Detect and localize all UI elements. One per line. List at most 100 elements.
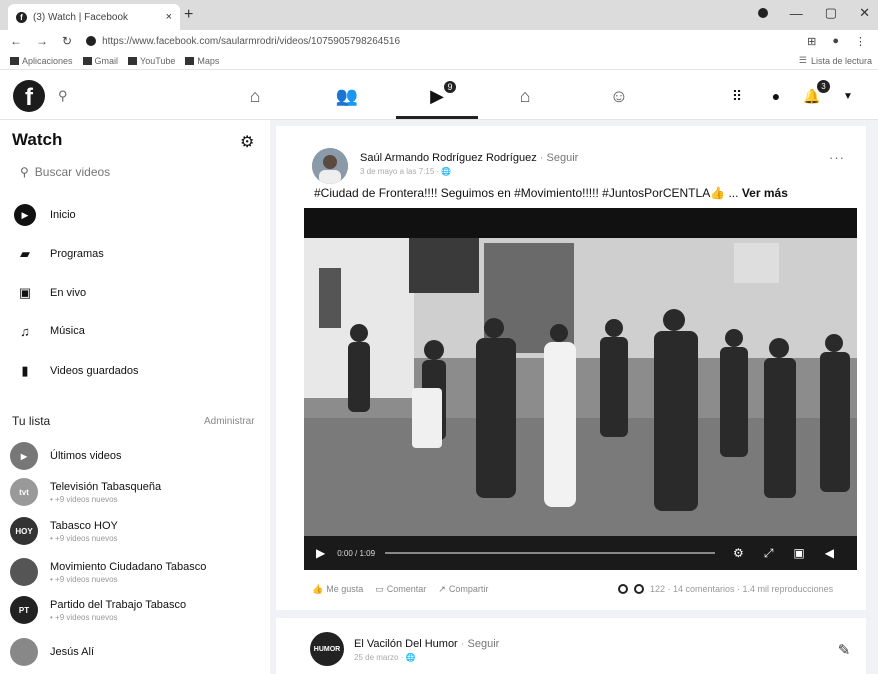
globe-icon: 🌐 <box>405 653 416 662</box>
browser-tab[interactable]: f (3) Watch | Facebook × <box>8 4 180 30</box>
follow-link[interactable]: Seguir <box>547 152 579 164</box>
post-author[interactable]: El Vacilón Del Humor <box>354 638 458 650</box>
reading-list-button[interactable]: ☰ Lista de lectura <box>799 55 872 66</box>
page-title: Watch <box>12 130 63 149</box>
avatar[interactable]: HUMOR <box>310 632 344 666</box>
globe-icon: 🌐 <box>441 167 452 176</box>
facebook-favicon-icon: f <box>16 11 27 23</box>
avatar: HOY <box>10 517 38 545</box>
avatar <box>10 558 38 586</box>
video-post: Saúl Armando Rodríguez Rodríguez · Segui… <box>276 126 866 610</box>
gear-icon[interactable]: ⚙ <box>240 132 254 152</box>
reload-icon[interactable]: ↻ <box>62 34 72 48</box>
profile-icon[interactable] <box>757 8 768 18</box>
site-info-icon[interactable] <box>86 36 97 46</box>
more-options-icon[interactable]: ··· <box>829 150 845 165</box>
channel-tabasco-hoy[interactable]: HOY Tabasco HOY • +9 videos nuevos <box>10 517 118 545</box>
url-text: https://www.facebook.com/saularmrodri/vi… <box>102 35 401 47</box>
channel-partido-del-trabajo[interactable]: PT Partido del Trabajo Tabasco • +9 video… <box>10 596 186 624</box>
bookmark-apps[interactable]: Aplicaciones <box>10 56 73 66</box>
follow-link[interactable]: Seguir <box>468 638 500 650</box>
pip-icon[interactable]: ▣ <box>793 546 804 561</box>
post-author-line: El Vacilón Del Humor · Seguir <box>354 638 499 650</box>
messenger-icon[interactable]: ● <box>766 86 786 106</box>
separator: · <box>460 638 468 650</box>
sidebar-item-programas[interactable]: ▰ Programas <box>14 243 104 265</box>
see-more-link[interactable]: Ver más <box>742 186 788 200</box>
manage-link[interactable]: Administrar <box>204 416 255 427</box>
bookmark-maps[interactable]: Maps <box>185 56 219 66</box>
video-player[interactable]: ▶ 0:00 / 1:09 ⚙ ⤢ ▣ ◀ <box>304 208 857 570</box>
video-controls: ▶ 0:00 / 1:09 ⚙ ⤢ ▣ ◀ <box>304 536 857 570</box>
share-button[interactable]: ↗ Compartir <box>438 584 488 595</box>
maximize-button[interactable]: ▢ <box>825 5 837 21</box>
post-timestamp[interactable]: 3 de mayo a las 7:15 · 🌐 <box>360 167 451 176</box>
music-icon: ♫ <box>20 323 30 339</box>
watch-sidebar: Watch ⚙ ⚲ ▶ Inicio ▰ Programas ▣ En vivo… <box>0 120 270 674</box>
search-icon: ⚲ <box>20 165 29 179</box>
post-text: #Ciudad de Frontera!!!! Seguimos en #Mov… <box>314 186 788 200</box>
facebook-logo[interactable]: f <box>13 80 45 112</box>
channel-jesus-ali[interactable]: Jesús Alí <box>10 638 94 666</box>
play-icon[interactable]: ▶ <box>316 546 325 560</box>
video-scrubber[interactable] <box>385 552 716 554</box>
close-window-button[interactable]: ✕ <box>859 5 870 21</box>
browser-menu-icon[interactable]: ⋮ <box>855 35 866 48</box>
video-frame <box>304 238 857 536</box>
bookmark-gmail[interactable]: Gmail <box>82 56 118 66</box>
fullscreen-icon[interactable]: ⤢ <box>764 546 774 561</box>
back-icon[interactable]: ← <box>10 34 22 48</box>
maps-icon <box>185 56 195 65</box>
search-videos[interactable]: ⚲ <box>10 162 258 182</box>
sidebar-item-videos-guardados[interactable]: ▮ Videos guardados <box>14 360 138 382</box>
new-tab-button[interactable]: + <box>184 6 193 24</box>
channel-television-tabasquena[interactable]: tvt Televisión Tabasqueña • +9 videos nue… <box>10 478 161 506</box>
active-tab-indicator <box>396 116 478 119</box>
comment-button[interactable]: ▭ Comentar <box>375 584 426 595</box>
sidebar-item-musica[interactable]: ♫ Música <box>14 320 85 342</box>
search-icon[interactable]: ⚲ <box>58 88 68 104</box>
channel-ultimos-videos[interactable]: ▶ Últimos videos <box>10 442 122 470</box>
channel-movimiento-ciudadano[interactable]: Movimiento Ciudadano Tabasco • +9 videos … <box>10 558 206 586</box>
settings-icon[interactable]: ⚙ <box>733 546 744 561</box>
tab-close-button[interactable]: × <box>166 11 172 23</box>
tab-title: (3) Watch | Facebook <box>33 11 129 23</box>
share-icon: ↗ <box>438 584 446 594</box>
friends-icon[interactable]: 👥 <box>335 84 359 108</box>
home-icon[interactable]: ⌂ <box>243 84 267 108</box>
saved-icon: ▮ <box>21 363 29 378</box>
minimize-button[interactable]: — <box>790 6 803 21</box>
window-controls: — ▢ ✕ <box>757 5 870 21</box>
groups-icon[interactable]: ☺ <box>607 84 631 108</box>
address-bar: ← → ↻ https://www.facebook.com/saularmro… <box>0 30 878 52</box>
reaction-icon <box>634 584 644 594</box>
reaction-icon <box>618 584 628 594</box>
account-dropdown-icon[interactable]: ▼ <box>838 86 858 106</box>
avatar <box>10 638 38 666</box>
sidebar-item-inicio[interactable]: ▶ Inicio <box>14 204 76 226</box>
menu-grid-icon[interactable]: ⠿ <box>727 86 747 106</box>
watch-home-icon: ▶ <box>14 204 36 226</box>
post-author[interactable]: Saúl Armando Rodríguez Rodríguez <box>360 152 537 164</box>
gmail-icon <box>82 56 92 65</box>
avatar: tvt <box>10 478 38 506</box>
account-icon[interactable]: ● <box>832 35 839 48</box>
post-actions: 👍 Me gusta ▭ Comentar ↗ Compartir <box>312 584 488 595</box>
video-time: 0:00 / 1:09 <box>337 548 376 558</box>
avatar[interactable] <box>312 148 348 184</box>
bookmark-youtube[interactable]: YouTube <box>128 56 175 66</box>
sidebar-item-en-vivo[interactable]: ▣ En vivo <box>14 282 86 304</box>
post-timestamp[interactable]: 25 de marzo · 🌐 <box>354 653 416 662</box>
url-field[interactable]: https://www.facebook.com/saularmrodri/vi… <box>86 36 400 47</box>
extensions-icon[interactable]: ⊞ <box>807 35 816 48</box>
thumbs-up-icon: 👍 <box>312 584 324 594</box>
marketplace-icon[interactable]: ⌂ <box>513 84 537 108</box>
edit-icon[interactable]: ✎ <box>832 638 856 662</box>
post-stats[interactable]: 122 · 14 comentarios · 1.4 mil reproducc… <box>618 584 833 594</box>
volume-icon[interactable]: ◀ <box>825 546 834 561</box>
forward-icon[interactable]: → <box>36 34 48 48</box>
avatar: PT <box>10 596 38 624</box>
like-button[interactable]: 👍 Me gusta <box>312 584 363 595</box>
search-videos-input[interactable] <box>34 165 215 179</box>
shows-icon: ▰ <box>20 246 30 261</box>
